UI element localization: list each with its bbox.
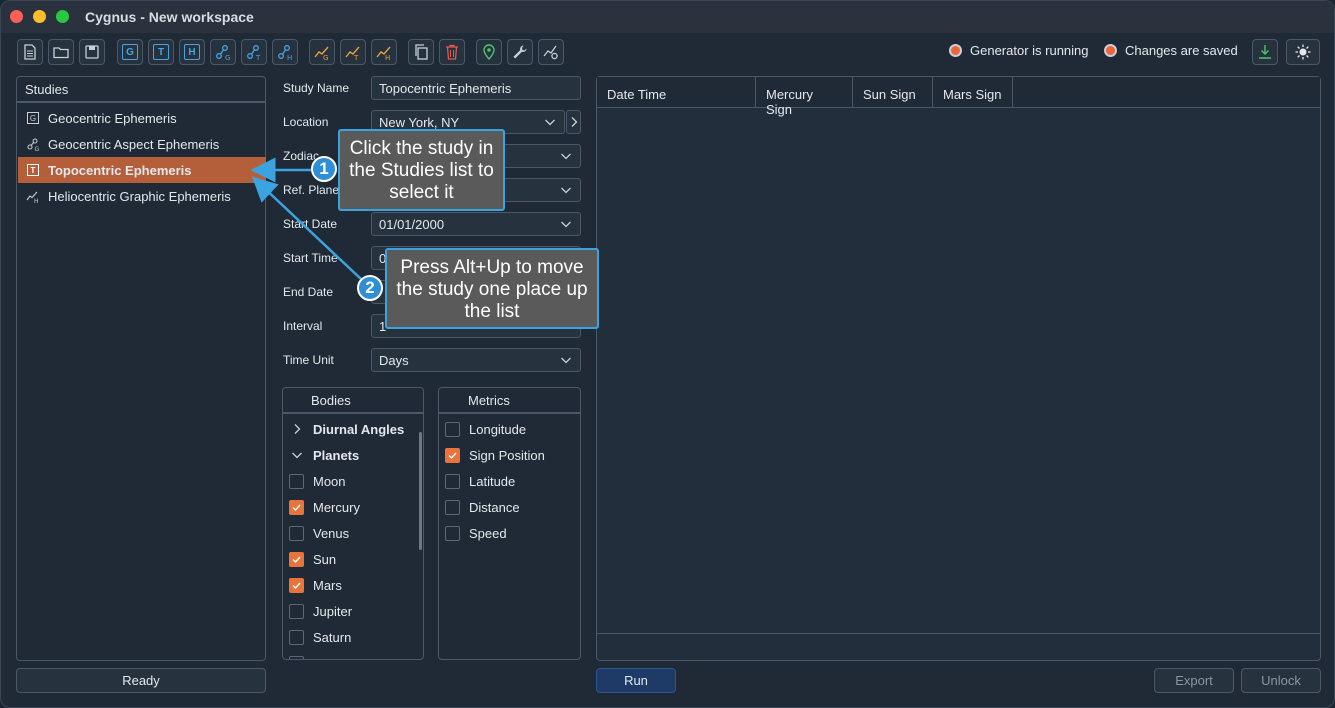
app-window: Cygnus - New workspace G T H G T H G T H… xyxy=(0,0,1335,708)
annotation-arrows xyxy=(250,157,362,280)
step-badge-1: 1 xyxy=(311,156,337,182)
step-badge-2: 2 xyxy=(357,275,383,301)
callout-step-2: Press Alt+Up to move the study one place… xyxy=(385,248,599,329)
callout-step-1: Click the study in the Studies list to s… xyxy=(338,129,505,211)
